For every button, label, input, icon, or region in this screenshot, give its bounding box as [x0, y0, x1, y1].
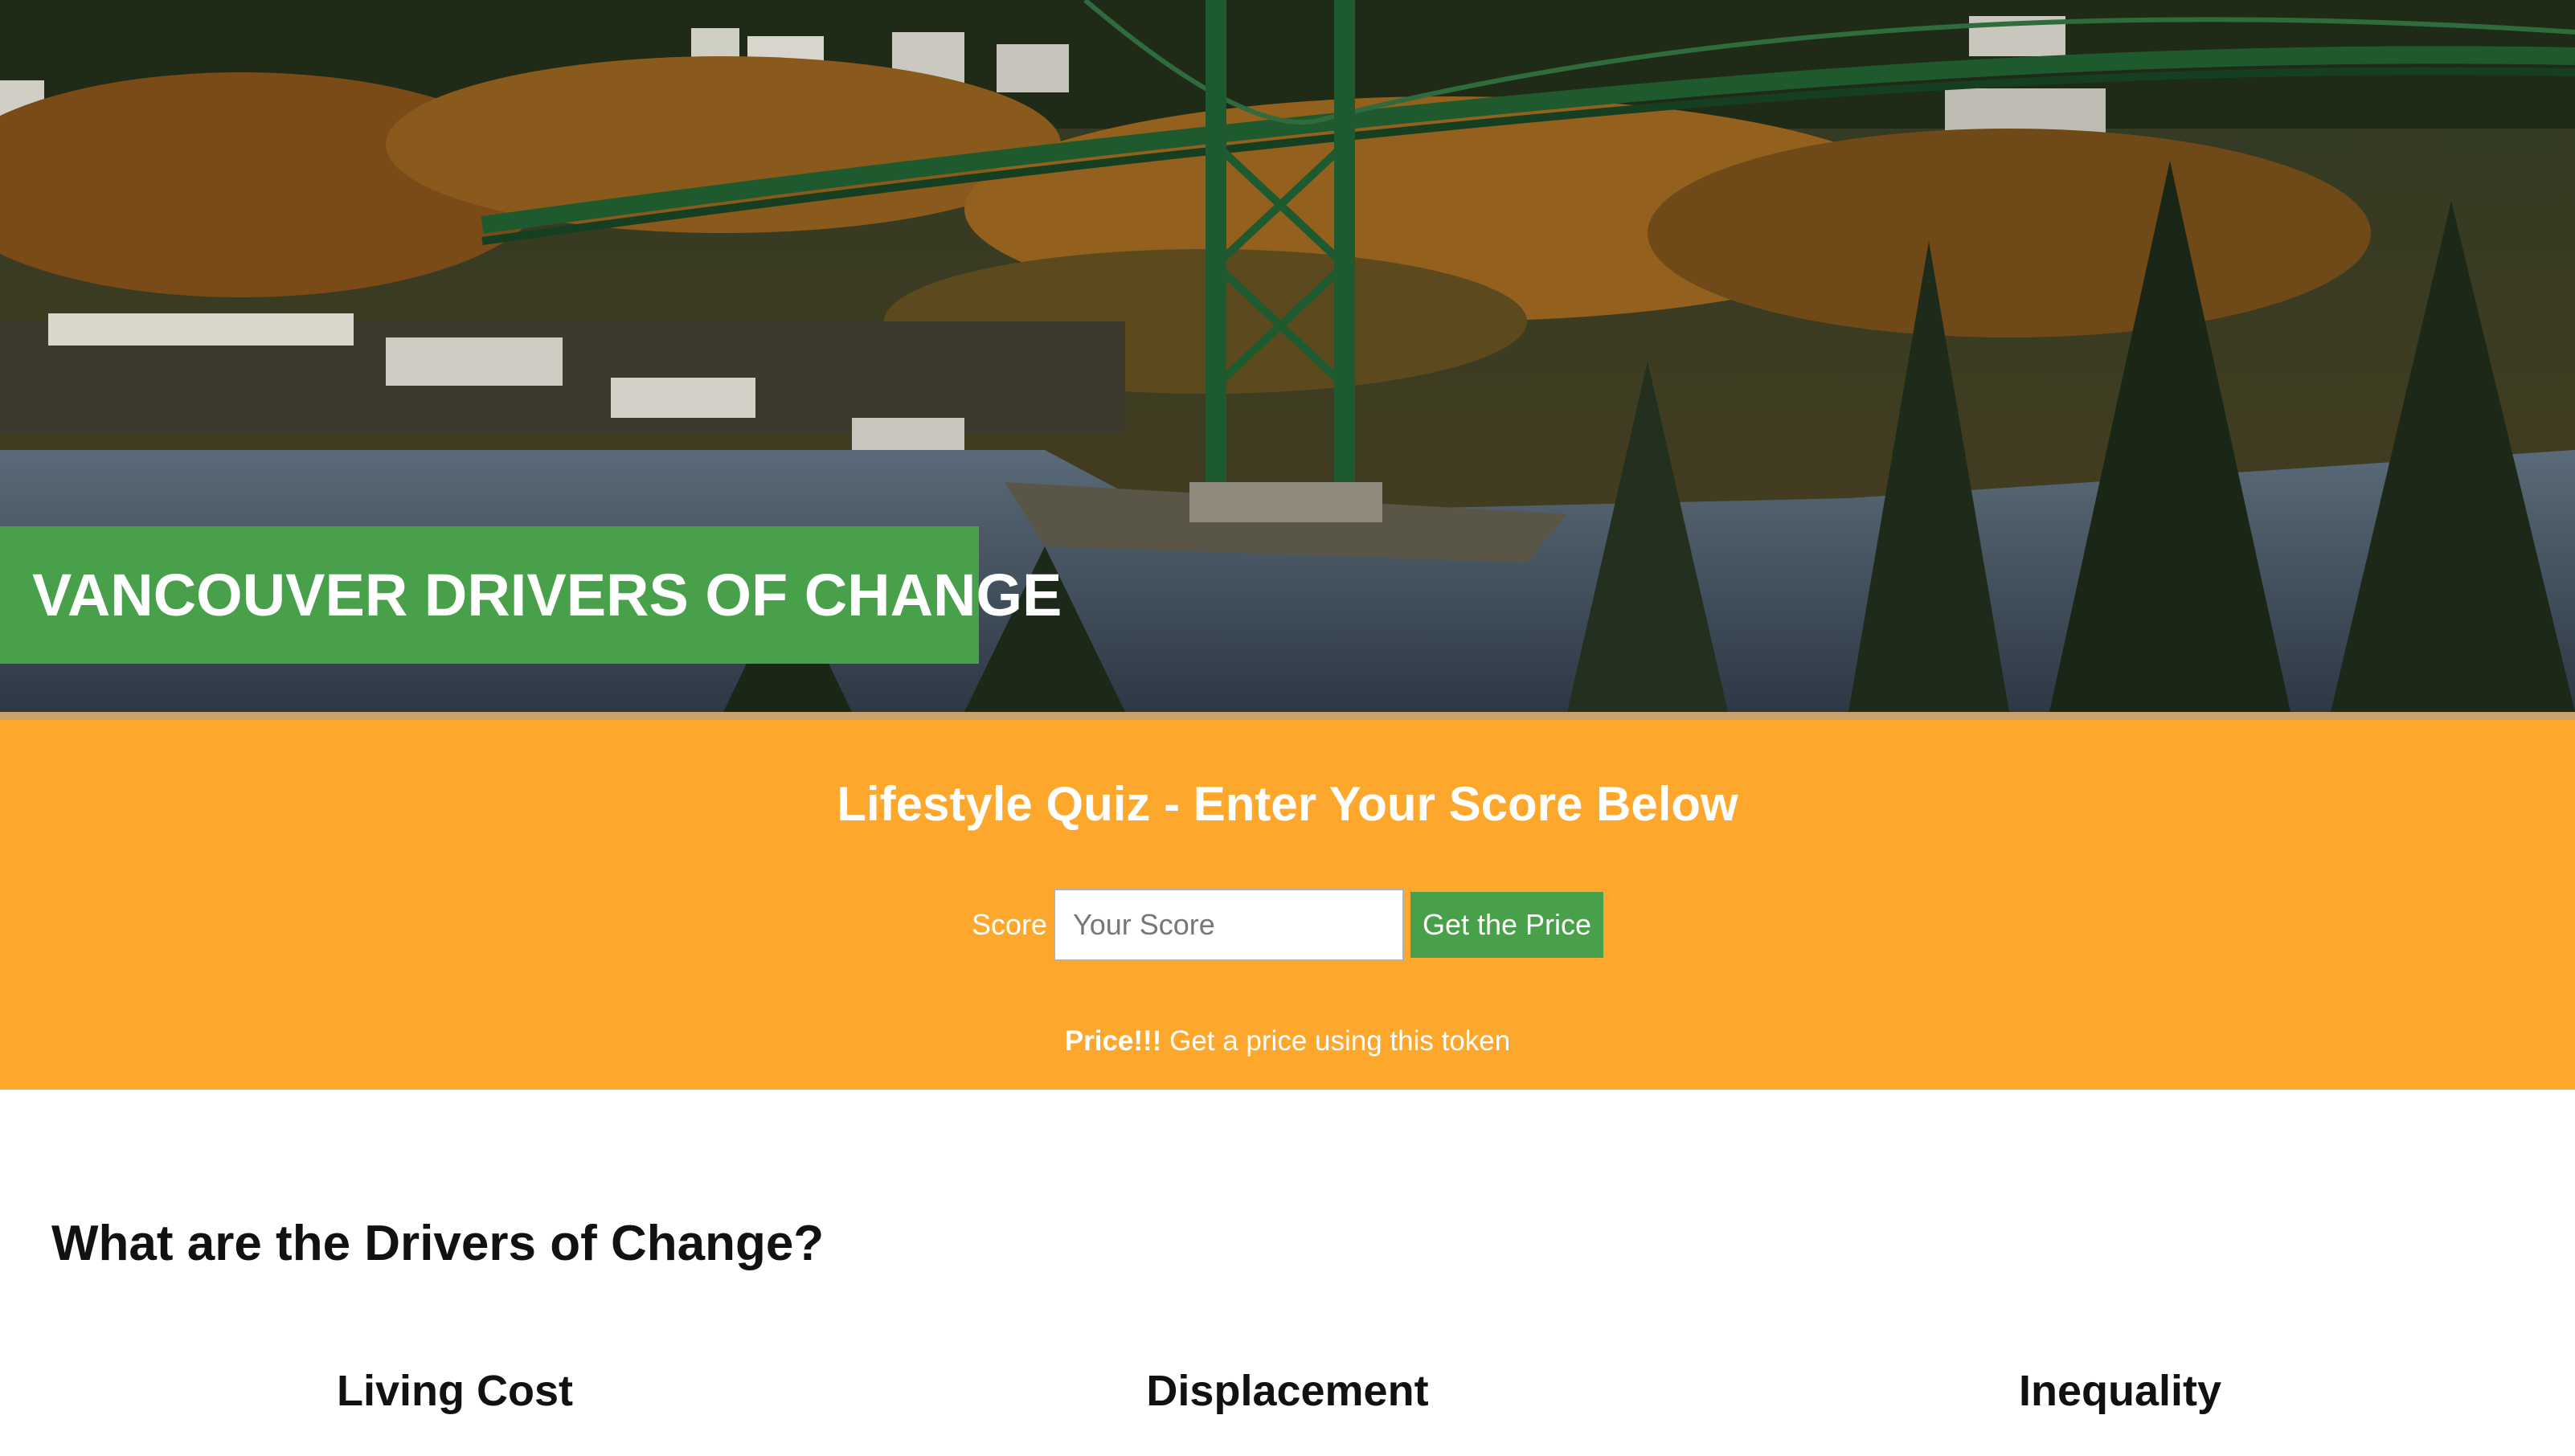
quiz-heading: Lifestyle Quiz - Enter Your Score Below [837, 777, 1738, 831]
driver-title: Displacement [1146, 1367, 1429, 1415]
driver-title: Living Cost [337, 1367, 573, 1415]
get-price-button[interactable]: Get the Price [1410, 892, 1604, 958]
drivers-heading: What are the Drivers of Change? [51, 1216, 825, 1271]
hero-banner: VANCOUVER DRIVERS OF CHANGE [0, 0, 2575, 712]
price-token-text: Get a price using this token [1161, 1025, 1511, 1057]
driver-column-displacement: Displacement [858, 1366, 1717, 1416]
driver-column-inequality: Inequality [1691, 1366, 2549, 1416]
site-title: VANCOUVER DRIVERS OF CHANGE [32, 562, 1062, 628]
score-form: Score Get the Price [0, 889, 2575, 961]
hero-title-box: VANCOUVER DRIVERS OF CHANGE [0, 526, 1062, 664]
price-result: Price!!! Get a price using this token [0, 1025, 2575, 1057]
quiz-section: Lifestyle Quiz - Enter Your Score Below … [0, 720, 2575, 1090]
driver-title: Inequality [2018, 1367, 2222, 1415]
score-label: Score [971, 908, 1048, 941]
score-input[interactable] [1054, 889, 1405, 961]
driver-column-living-cost: Living Cost [26, 1366, 884, 1416]
price-label: Price!!! [1064, 1025, 1162, 1057]
hero-divider [0, 712, 2575, 720]
